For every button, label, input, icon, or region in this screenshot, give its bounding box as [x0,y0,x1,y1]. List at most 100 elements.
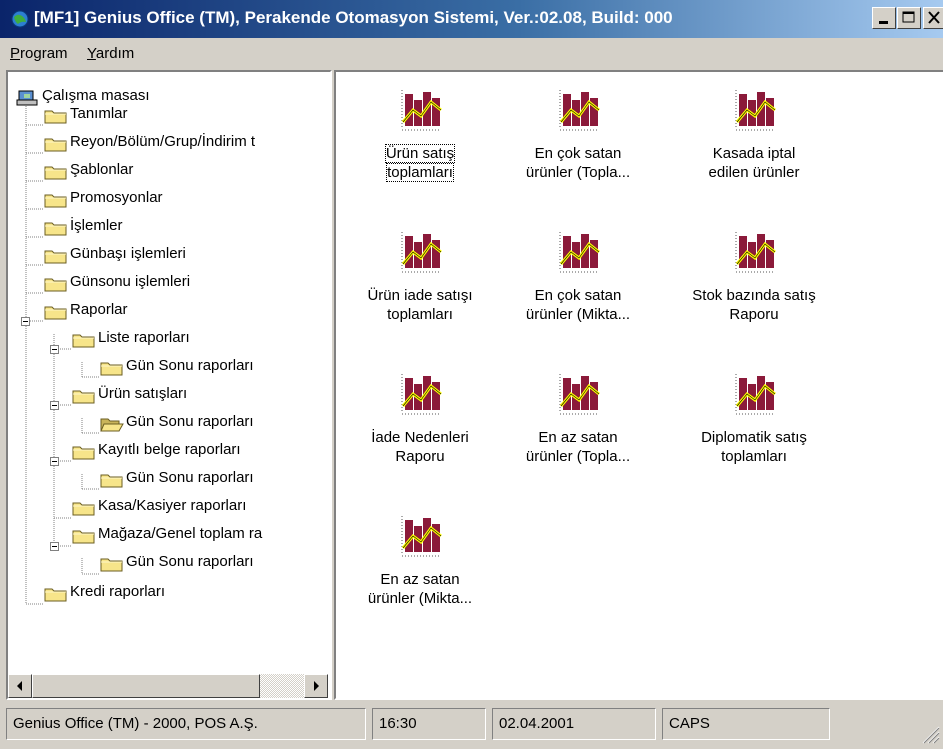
tree-node-label: Liste raporları [98,329,190,346]
folder-icon [44,588,67,602]
collapse-toggle-icon[interactable] [50,345,59,354]
collapse-toggle-icon[interactable] [21,317,30,326]
arrow-left-icon [17,681,22,691]
navigation-tree[interactable]: Çalışma masası Tanımlar Reyon/Bölüm/Grup/İ… [6,70,332,700]
report-caption: En çok satan ürünler (Topla... [503,144,653,182]
tree-node-label: Gün Sonu raporları [126,357,254,374]
report-caption-line1: En çok satan [534,287,622,304]
menu-yardim-accel: Y [87,45,96,62]
report-item[interactable]: En az satan ürünler (Topla... [503,372,653,502]
collapse-toggle-icon[interactable] [50,542,59,551]
status-app-name: Genius Office (TM) - 2000, POS A.Ş. [6,708,366,740]
tree-node-label: Gün Sonu raporları [126,469,254,486]
tree-node-label: Günsonu işlemleri [70,273,191,290]
report-caption: Stok bazında satış Raporu [679,286,829,324]
arrow-right-icon [314,681,319,691]
report-caption-line1: Stok bazında satış [692,287,816,304]
tree-node-label: Ürün satışları [98,385,188,402]
report-caption-line2: toplamları [386,163,454,182]
report-chart-icon [735,90,776,131]
window-title: [MF1] Genius Office (TM), Perakende Otom… [34,8,673,27]
report-chart-icon [401,232,442,273]
report-chart-icon [401,90,442,131]
scroll-right-button[interactable] [304,674,328,698]
maximize-button[interactable] [897,7,921,29]
folder-icon [44,138,67,152]
tree-node-label: İşlemler [70,217,123,234]
report-item[interactable]: Ürün iade satışı toplamları [345,230,495,360]
collapse-toggle-icon[interactable] [50,401,59,410]
folder-icon [100,558,123,572]
scroll-left-button[interactable] [8,674,32,698]
report-caption: Ürün satış toplamları [345,144,495,182]
tree-horizontal-scrollbar[interactable] [8,674,328,698]
menu-yardim[interactable]: Yardım [87,45,134,62]
app-globe-icon[interactable] [10,9,30,29]
resize-grip-icon[interactable] [920,724,940,744]
close-button[interactable] [923,7,943,29]
report-chart-icon [401,516,442,557]
report-caption: Diplomatik satış toplamları [679,428,829,466]
menu-yardim-label: ardım [95,45,135,62]
report-chart-icon [735,374,776,415]
report-list-view[interactable]: Ürün satış toplamları En çok satan ürünler … [334,70,943,700]
report-caption-line2: Raporu [395,448,445,465]
report-item[interactable]: Diplomatik satış toplamları [679,372,829,502]
report-caption-line1: En az satan [380,571,460,588]
report-caption: En çok satan ürünler (Mikta... [503,286,653,324]
report-item[interactable]: En çok satan ürünler (Topla... [503,88,653,218]
tree-node-label: Mağaza/Genel toplam ra [98,525,263,542]
scroll-track[interactable] [260,674,304,698]
folder-icon [100,362,123,376]
report-caption-line1: Kasada iptal [712,145,796,162]
desktop-icon [16,90,38,106]
folder-icon [72,530,95,544]
report-item[interactable]: İade Nedenleri Raporu [345,372,495,502]
report-item[interactable]: Ürün satış toplamları [345,88,495,218]
folder-icon [44,306,67,320]
report-caption-line2: edilen ürünler [708,164,800,181]
report-caption-line1: Ürün iade satışı [367,287,473,304]
tree-node-label: Tanımlar [70,105,128,122]
tree-node-label: Gün Sonu raporları [126,413,254,430]
report-item[interactable]: En çok satan ürünler (Mikta... [503,230,653,360]
report-caption-line1: Diplomatik satış [701,429,807,446]
report-caption-line2: toplamları [721,448,787,465]
report-caption-line2: ürünler (Mikta... [525,306,631,323]
report-caption-line2: ürünler (Topla... [525,164,631,181]
report-caption: En az satan ürünler (Mikta... [345,570,495,608]
tree-node-label: Raporlar [70,301,128,318]
report-chart-icon [401,374,442,415]
tree-node-label: Kredi raporları [70,583,166,600]
tree-node-label: Reyon/Bölüm/Grup/İndirim t [70,133,256,150]
status-date: 02.04.2001 [492,708,656,740]
scroll-thumb[interactable] [32,674,260,698]
minimize-button[interactable] [872,7,896,29]
maximize-icon [902,11,915,23]
report-item[interactable]: Kasada iptal edilen ürünler [679,88,829,218]
close-icon [928,11,940,24]
status-time: 16:30 [372,708,486,740]
report-caption-line2: ürünler (Mikta... [367,590,473,607]
report-caption-line1: En çok satan [534,145,622,162]
folder-icon [44,250,67,264]
report-caption-line1: İade Nedenleri [371,429,469,446]
report-item[interactable]: En az satan ürünler (Mikta... [345,514,495,644]
report-caption-line2: Raporu [729,306,779,323]
folder-icon [44,278,67,292]
folder-icon [100,474,123,488]
folder-icon [72,334,95,348]
folder-icon [72,446,95,460]
folder-icon [44,194,67,208]
folder-icon [44,110,67,124]
report-caption-line1: En az satan [538,429,618,446]
tree-node-label: Kayıtlı belge raporları [98,441,241,458]
open-folder-icon [100,418,124,432]
collapse-toggle-icon[interactable] [50,457,59,466]
title-bar[interactable]: [MF1] Genius Office (TM), Perakende Otom… [0,0,943,38]
menu-program[interactable]: Program [10,45,68,62]
report-chart-icon [559,232,600,273]
report-caption: Kasada iptal edilen ürünler [679,144,829,182]
report-item[interactable]: Stok bazında satış Raporu [679,230,829,360]
menu-bar: Program Yardım [0,38,943,68]
